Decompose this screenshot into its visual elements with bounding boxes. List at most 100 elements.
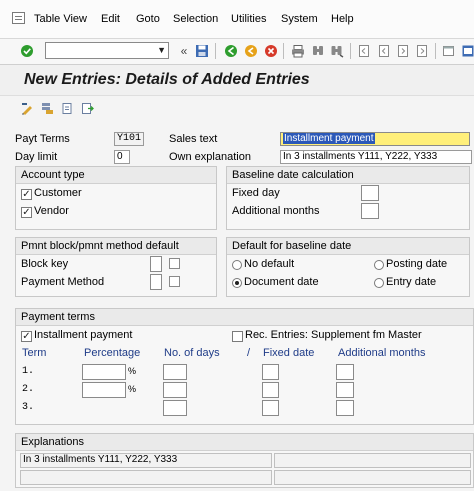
vendor-checkbox[interactable]: ✓ <box>21 207 32 218</box>
previous-page-icon[interactable] <box>377 44 391 58</box>
term-2-label: 2. <box>22 384 35 395</box>
term-1-label: 1. <box>22 366 35 377</box>
explanation-line-1b <box>274 453 471 468</box>
copy-entry-icon[interactable] <box>41 102 54 115</box>
payment-terms-title: Payment terms <box>21 311 95 323</box>
additional-months-label: Additional months <box>232 205 320 217</box>
chevron-down-icon[interactable]: ▼ <box>157 45 166 55</box>
payment-method-label: Payment Method <box>21 276 105 288</box>
menu-edit[interactable]: Edit <box>101 13 120 25</box>
new-session-icon[interactable] <box>442 44 456 58</box>
back-icon[interactable] <box>224 44 238 58</box>
entry-date-label: Entry date <box>386 276 437 288</box>
document-date-radio[interactable] <box>232 278 242 288</box>
menu-table-view[interactable]: Table View <box>34 13 87 25</box>
payment-method-option-box[interactable] <box>169 276 180 287</box>
term-3-fixed-date-input[interactable] <box>262 400 279 416</box>
system-menu-icon[interactable] <box>12 12 25 24</box>
next-page-icon[interactable] <box>396 44 410 58</box>
fixed-day-label: Fixed day <box>232 187 280 199</box>
block-key-option-box[interactable] <box>169 258 180 269</box>
menu-help[interactable]: Help <box>331 13 354 25</box>
display-change-icon[interactable] <box>21 102 34 115</box>
block-key-label: Block key <box>21 258 69 270</box>
menu-selection[interactable]: Selection <box>173 13 218 25</box>
account-type-header: Account type <box>16 167 216 184</box>
double-chevron-left-icon[interactable]: « <box>177 44 191 58</box>
sales-text-field[interactable]: Installment payment <box>280 132 470 146</box>
posting-date-radio[interactable] <box>374 260 384 270</box>
column-fixed-date: Fixed date <box>263 347 315 359</box>
rec-entries-label: Rec. Entries: Supplement fm Master <box>245 329 422 341</box>
column-slash: / <box>247 347 251 359</box>
additional-months-input[interactable] <box>361 203 379 219</box>
customer-checkbox[interactable]: ✓ <box>21 189 32 200</box>
fixed-day-input[interactable] <box>361 185 379 201</box>
day-limit-field[interactable]: 0 <box>114 150 130 164</box>
term-1-fixed-date-input[interactable] <box>262 364 279 380</box>
baseline-date-calc-header: Baseline date calculation <box>227 167 469 184</box>
term-2-fixed-date-input[interactable] <box>262 382 279 398</box>
payt-terms-label: Payt Terms <box>15 133 70 145</box>
term-2-percent-symbol: % <box>128 384 137 394</box>
entry-date-radio[interactable] <box>374 278 384 288</box>
own-explanation-label: Own explanation <box>169 151 251 163</box>
column-additional-months: Additional months <box>338 347 426 359</box>
shortcut-icon[interactable] <box>461 44 474 58</box>
enter-icon[interactable] <box>20 44 34 58</box>
term-1-days-input[interactable] <box>163 364 187 380</box>
application-toolbar <box>0 96 474 122</box>
term-2-days-input[interactable] <box>163 382 187 398</box>
standard-toolbar: ▼ « <box>0 39 474 65</box>
payment-method-input[interactable] <box>150 274 162 290</box>
column-percentage: Percentage <box>84 347 141 359</box>
posting-date-label: Posting date <box>386 258 448 270</box>
last-page-icon[interactable] <box>415 44 429 58</box>
sales-text-label: Sales text <box>169 133 218 145</box>
installment-payment-checkbox[interactable]: ✓ <box>21 331 32 342</box>
menu-goto[interactable]: Goto <box>136 13 160 25</box>
no-default-label: No default <box>244 258 295 270</box>
cancel-icon[interactable] <box>264 44 278 58</box>
term-3-label: 3. <box>22 402 35 413</box>
find-icon[interactable] <box>311 44 325 58</box>
default-baseline-title: Default for baseline date <box>232 240 352 252</box>
menu-bar: Table View Edit Goto Selection Utilities… <box>0 0 474 39</box>
explanation-line-1: In 3 installments Y111, Y222, Y333 <box>20 453 272 468</box>
exit-icon[interactable] <box>244 44 258 58</box>
baseline-date-calc-group: Baseline date calculation Fixed day Addi… <box>226 166 470 230</box>
find-next-icon[interactable] <box>330 44 344 58</box>
menu-system[interactable]: System <box>281 13 318 25</box>
print-icon[interactable] <box>291 44 305 58</box>
rec-entries-checkbox[interactable] <box>232 331 243 342</box>
column-no-of-days: No. of days <box>164 347 220 359</box>
explanation-line-2b <box>274 470 471 485</box>
term-3-additional-months-input[interactable] <box>336 400 354 416</box>
term-2-additional-months-input[interactable] <box>336 382 354 398</box>
customer-label: Customer <box>34 187 82 199</box>
block-key-input[interactable] <box>150 256 162 272</box>
default-baseline-group: Default for baseline date No default Pos… <box>226 237 470 297</box>
explanations-title: Explanations <box>21 436 84 448</box>
document-date-label: Document date <box>244 276 319 288</box>
delete-entry-icon[interactable] <box>61 102 74 115</box>
baseline-date-calc-title: Baseline date calculation <box>232 169 354 181</box>
explanation-line-2 <box>20 470 272 485</box>
installment-payment-label: Installment payment <box>34 329 133 341</box>
term-3-days-input[interactable] <box>163 400 187 416</box>
explanations-header: Explanations <box>16 434 473 451</box>
pmnt-block-header: Pmnt block/pmnt method default <box>16 238 216 255</box>
save-icon[interactable] <box>195 44 209 58</box>
day-limit-label: Day limit <box>15 151 58 163</box>
term-2-percentage-input[interactable] <box>82 382 126 398</box>
first-page-icon[interactable] <box>357 44 371 58</box>
term-1-percentage-input[interactable] <box>82 364 126 380</box>
menu-utilities[interactable]: Utilities <box>231 13 266 25</box>
payt-terms-field: Y101 <box>114 132 144 146</box>
next-entry-icon[interactable] <box>81 102 94 115</box>
vendor-label: Vendor <box>34 205 69 217</box>
command-field[interactable]: ▼ <box>45 42 169 59</box>
term-1-additional-months-input[interactable] <box>336 364 354 380</box>
own-explanation-field[interactable]: In 3 installments Y111, Y222, Y333 <box>280 150 472 164</box>
no-default-radio[interactable] <box>232 260 242 270</box>
